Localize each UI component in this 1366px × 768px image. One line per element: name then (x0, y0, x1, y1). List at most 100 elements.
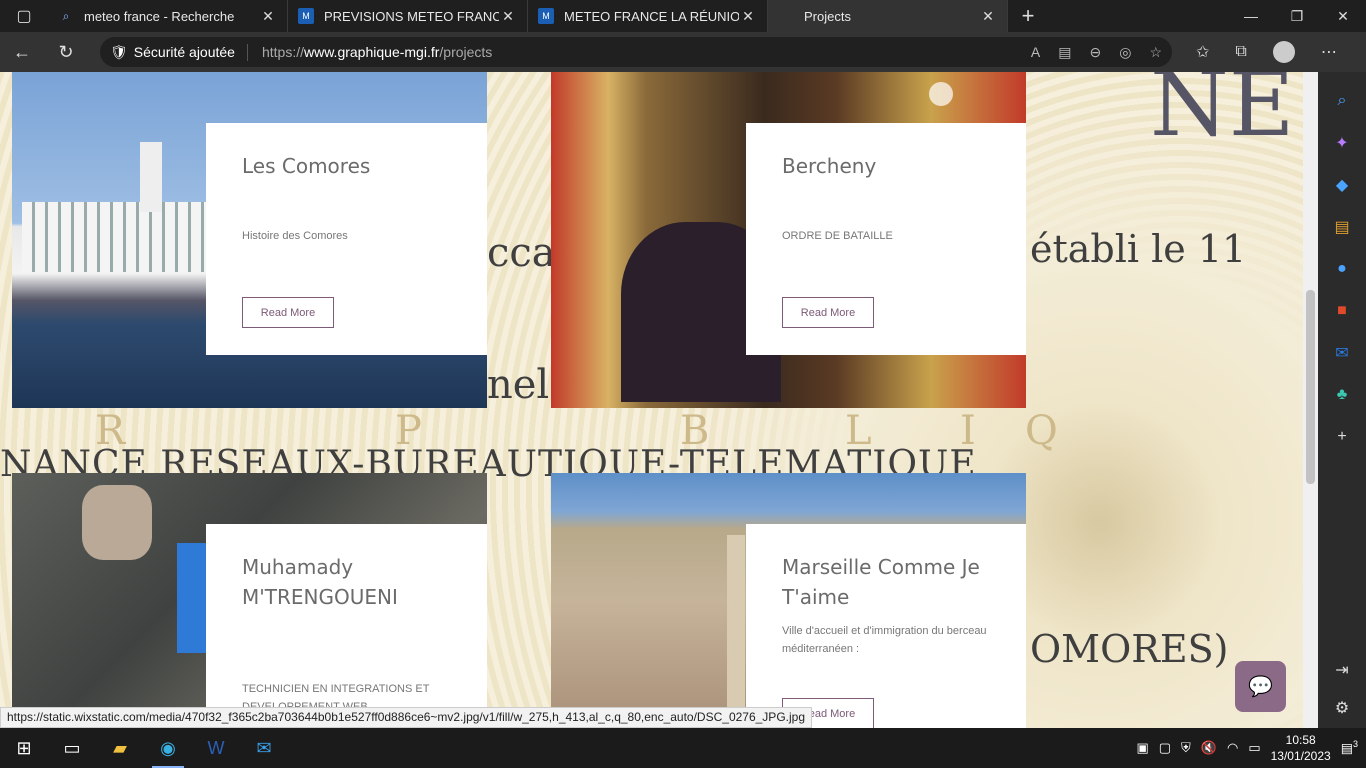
url-text[interactable]: https://www.graphique-mgi.fr/projects (248, 44, 1031, 60)
tab-actions-button[interactable]: ▢ (0, 0, 48, 32)
rock-shape (82, 485, 152, 560)
page-scrollbar[interactable] (1303, 72, 1318, 728)
mail-icon: ✉ (256, 737, 272, 758)
edge-sidebar: ⌕ ✦ ◆ ▤ ● ■ ✉ ♣ + ⇥ ⚙ (1318, 72, 1366, 728)
chat-bubble-icon: 💬 (1248, 676, 1273, 698)
back-button[interactable]: ← (0, 32, 44, 72)
meteo-favicon-icon: M (298, 8, 314, 24)
reader-view-icon[interactable]: ▤ (1058, 44, 1071, 61)
read-more-button[interactable]: Read More (242, 297, 334, 328)
bg-text-top-right: NE (1150, 72, 1295, 157)
shield-icon: 🛡 (110, 43, 128, 60)
basilica-tower-shape (727, 535, 745, 728)
chat-button[interactable]: 💬 (1235, 661, 1286, 712)
close-icon[interactable]: ✕ (259, 8, 277, 25)
image-search-icon[interactable] (929, 82, 953, 106)
browser-toolbar: ← ↻ 🛡 Sécurité ajoutée https://www.graph… (0, 32, 1366, 72)
restore-icon[interactable]: ❐ (1274, 0, 1320, 32)
word-taskbar-button[interactable]: W (192, 728, 240, 768)
task-view-button[interactable]: ▭ (48, 728, 96, 768)
status-bar-url: https://static.wixstatic.com/media/470f3… (0, 707, 812, 728)
close-window-icon[interactable]: ✕ (1320, 0, 1366, 32)
search-icon[interactable]: ⌕ (1328, 84, 1356, 118)
new-tab-button[interactable]: + (1008, 0, 1048, 32)
bg-letter-q: Q (1025, 408, 1058, 454)
read-more-button[interactable]: Read More (782, 297, 874, 328)
screen-icon[interactable]: ▢ (1159, 740, 1171, 756)
tab-reunion[interactable]: M METEO FRANCE LA RÉUNION pa ✕ (528, 0, 768, 32)
tab-projects[interactable]: Projects ✕ (768, 0, 1008, 32)
close-icon[interactable]: ✕ (979, 8, 997, 25)
tab-title: METEO FRANCE LA RÉUNION pa (564, 8, 739, 24)
bg-text-omores: OMORES) (1030, 627, 1229, 671)
clock[interactable]: 10:58 13/01/2023 (1271, 732, 1331, 764)
hide-sidebar-icon[interactable]: ⇥ (1335, 660, 1348, 680)
edge-taskbar-button[interactable]: ◉ (144, 728, 192, 768)
security-label: Sécurité ajoutée (133, 44, 235, 60)
sidebar-bottom: ⇥ ⚙ (1335, 660, 1349, 718)
windows-logo-icon: ⊞ (16, 737, 32, 758)
add-icon[interactable]: + (1328, 420, 1356, 454)
refresh-button[interactable]: ↻ (44, 32, 88, 72)
bg-letter-i: I (960, 408, 976, 454)
page-content: ccal établi le 11 nel NANCE RESEAUX-BURE… (0, 72, 1303, 728)
outlook-icon[interactable]: ✉ (1328, 336, 1356, 370)
office-icon[interactable]: ■ (1328, 294, 1356, 328)
profile-avatar[interactable] (1272, 41, 1295, 63)
tab-title: PREVISIONS METEO FRANCE - Si (324, 8, 499, 24)
tab-bar: ▢ ⌕ meteo france - Recherche ✕ M PREVISI… (0, 0, 1366, 32)
bg-letter-p: P (395, 408, 422, 454)
close-icon[interactable]: ✕ (739, 8, 757, 25)
collections-icon[interactable]: ⧉ (1235, 43, 1246, 61)
folder-icon: ▰ (113, 737, 127, 758)
tracking-icon[interactable]: ◎ (1119, 44, 1131, 61)
scrollbar-thumb[interactable] (1306, 290, 1315, 484)
close-icon[interactable]: ✕ (499, 8, 517, 25)
tree-icon[interactable]: ♣ (1328, 378, 1356, 412)
tab-search[interactable]: ⌕ meteo france - Recherche ✕ (48, 0, 288, 32)
mail-taskbar-button[interactable]: ✉ (240, 728, 288, 768)
project-description: Ville d'accueil et d'immigration du berc… (782, 625, 987, 655)
project-card-comores: Les Comores Histoire des Comores Read Mo… (206, 123, 487, 355)
clock-date: 13/01/2023 (1270, 749, 1331, 763)
copilot-icon[interactable]: ✦ (1328, 126, 1356, 160)
start-button[interactable]: ⊞ (0, 728, 48, 768)
project-description: ORDRE DE BATAILLE (782, 230, 893, 242)
games-icon[interactable]: ● (1328, 252, 1356, 286)
security-tray-icon[interactable]: ⛨ (1181, 740, 1191, 756)
notifications-count: 3 (1352, 739, 1358, 750)
tools-icon[interactable]: ▤ (1328, 210, 1356, 244)
window-controls: — ❐ ✕ (1228, 0, 1366, 32)
project-description: Histoire des Comores (242, 230, 348, 242)
tab-title: Projects (804, 8, 851, 24)
favorite-add-icon[interactable]: ☆ (1149, 44, 1162, 61)
favorites-icon[interactable]: ✩ (1196, 42, 1209, 62)
meet-now-icon[interactable]: ▣ (1136, 740, 1148, 756)
project-title: Marseille Comme Je T'aime (782, 555, 980, 609)
tab-previsions[interactable]: M PREVISIONS METEO FRANCE - Si ✕ (288, 0, 528, 32)
battery-icon[interactable]: ▭ (1248, 740, 1260, 756)
settings-gear-icon[interactable]: ⚙ (1335, 698, 1349, 718)
refresh-icon: ↻ (58, 41, 74, 62)
read-aloud-icon[interactable]: A (1031, 44, 1040, 61)
bg-letter-l: L (845, 408, 872, 454)
wifi-icon[interactable]: ◠ (1227, 740, 1238, 756)
tab-actions-icon: ▢ (16, 8, 32, 25)
zoom-icon[interactable]: ⊖ (1089, 44, 1101, 61)
project-title: Muhamady M'TRENGOUENI (242, 555, 398, 609)
minimize-icon[interactable]: — (1228, 0, 1274, 32)
notifications-icon[interactable]: ▤3 (1341, 739, 1358, 756)
back-arrow-icon: ← (13, 41, 31, 62)
page-favicon-icon (778, 8, 794, 24)
clock-time: 10:58 (1285, 733, 1316, 747)
word-icon: W (207, 737, 225, 758)
search-icon: ⌕ (62, 8, 70, 23)
address-bar[interactable]: 🛡 Sécurité ajoutée https://www.graphique… (100, 37, 1172, 67)
file-explorer-button[interactable]: ▰ (96, 728, 144, 768)
shopping-icon[interactable]: ◆ (1328, 168, 1356, 202)
more-menu-icon[interactable]: ⋯ (1321, 42, 1337, 62)
security-indicator[interactable]: 🛡 Sécurité ajoutée (110, 43, 248, 61)
system-tray: ▣ ▢ ⛨ 🔇 ◠ ▭ 10:58 13/01/2023 ▤3 (1136, 732, 1366, 764)
project-card-bercheny: Bercheny ORDRE DE BATAILLE Read More (746, 123, 1026, 355)
volume-muted-icon[interactable]: 🔇 (1201, 740, 1217, 756)
